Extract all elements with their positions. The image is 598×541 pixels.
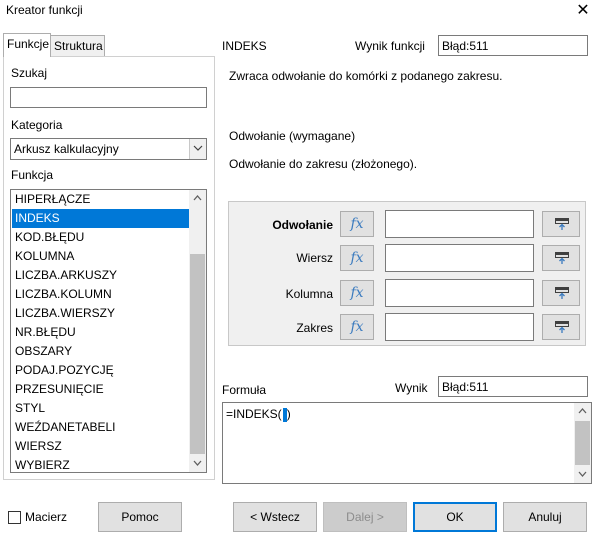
arg-label-row: Wiersz xyxy=(296,251,333,265)
function-item[interactable]: LICZBA.ARKUSZY xyxy=(12,266,193,285)
scroll-down-icon[interactable] xyxy=(189,455,206,472)
back-button[interactable]: < Wstecz xyxy=(233,502,317,532)
formula-scrollbar[interactable] xyxy=(574,403,591,483)
tab-structure[interactable]: Struktura xyxy=(50,35,105,57)
function-item[interactable]: PODAJ.POZYCJĘ xyxy=(12,361,193,380)
shrink-icon[interactable] xyxy=(542,245,580,271)
function-item[interactable]: NR.BŁĘDU xyxy=(12,323,193,342)
next-button[interactable]: Dalej > xyxy=(323,502,407,532)
function-item-selected[interactable]: INDEKS xyxy=(12,209,193,228)
arg-label-column: Kolumna xyxy=(285,287,333,301)
function-item[interactable]: LICZBA.KOLUMN xyxy=(12,285,193,304)
shrink-icon[interactable] xyxy=(542,314,580,340)
function-list[interactable]: HIPERŁĄCZE INDEKS KOD.BŁĘDU KOLUMNA LICZ… xyxy=(10,189,207,473)
formula-result-value: Błąd:511 xyxy=(442,380,489,394)
arg-input-column[interactable] xyxy=(385,279,534,307)
function-item[interactable]: HIPERŁĄCZE xyxy=(12,190,193,209)
arg-label-range: Zakres xyxy=(296,321,333,335)
function-item[interactable]: WIERSZ xyxy=(12,437,193,456)
function-result-label: Wynik funkcji xyxy=(355,39,425,53)
shrink-icon[interactable] xyxy=(542,280,580,306)
shrink-icon[interactable] xyxy=(542,211,580,237)
close-icon[interactable]: ✕ xyxy=(571,0,595,22)
formula-editor[interactable]: =INDEKS() xyxy=(222,402,592,484)
arg-input-reference[interactable] xyxy=(385,210,534,238)
chevron-down-icon[interactable] xyxy=(189,139,206,159)
formula-text: =INDEKS() xyxy=(226,407,291,422)
scrollbar-thumb[interactable] xyxy=(190,254,205,454)
scroll-down-icon[interactable] xyxy=(574,466,591,483)
arg-input-row[interactable] xyxy=(385,244,534,272)
argument-title: Odwołanie (wymagane) xyxy=(229,129,356,143)
formula-result-label: Wynik xyxy=(395,381,428,395)
function-result-field: Błąd:511 xyxy=(438,35,588,56)
formula-text-start: =INDEKS( xyxy=(226,407,282,421)
function-result-value: Błąd:511 xyxy=(442,39,489,53)
function-item[interactable]: WEŹDANETABELI xyxy=(12,418,193,437)
scroll-up-icon[interactable] xyxy=(574,403,591,420)
fx-icon[interactable]: fx xyxy=(340,314,374,340)
search-label: Szukaj xyxy=(11,66,48,80)
window-title: Kreator funkcji xyxy=(6,3,83,17)
function-item[interactable]: STYL xyxy=(12,399,193,418)
argument-description: Odwołanie do zakresu (złożonego). xyxy=(229,157,418,171)
function-item[interactable]: KOLUMNA xyxy=(12,247,193,266)
formula-label: Formuła xyxy=(222,383,267,397)
function-description: Zwraca odwołanie do komórki z podanego z… xyxy=(229,69,503,83)
function-list-label: Funkcja xyxy=(11,168,54,182)
scrollbar-thumb[interactable] xyxy=(575,421,590,465)
function-item[interactable]: LICZBA.WIERSZY xyxy=(12,304,193,323)
search-input[interactable] xyxy=(10,87,207,108)
array-label: Macierz xyxy=(25,510,68,524)
function-list-scrollbar[interactable] xyxy=(189,190,206,472)
scroll-up-icon[interactable] xyxy=(189,190,206,207)
fx-icon[interactable]: fx xyxy=(340,211,374,237)
category-value: Arkusz kalkulacyjny xyxy=(14,142,119,156)
array-checkbox[interactable] xyxy=(8,511,21,524)
fx-icon[interactable]: fx xyxy=(340,280,374,306)
function-item[interactable]: PRZESUNIĘCIE xyxy=(12,380,193,399)
formula-text-end: ) xyxy=(286,407,291,421)
function-item[interactable]: KOD.BŁĘDU xyxy=(12,228,193,247)
ok-button[interactable]: OK xyxy=(413,502,497,532)
arg-input-range[interactable] xyxy=(385,313,534,341)
tab-functions[interactable]: Funkcje xyxy=(3,33,51,57)
function-name: INDEKS xyxy=(222,39,267,53)
fx-icon[interactable]: fx xyxy=(340,245,374,271)
function-item[interactable]: OBSZARY xyxy=(12,342,193,361)
function-item[interactable]: WYBIERZ xyxy=(12,456,193,472)
cancel-button[interactable]: Anuluj xyxy=(503,502,587,532)
category-label: Kategoria xyxy=(11,118,63,132)
arg-label-reference: Odwołanie xyxy=(272,218,333,232)
category-select[interactable]: Arkusz kalkulacyjny xyxy=(10,138,207,160)
help-button[interactable]: Pomoc xyxy=(98,502,182,532)
formula-result-field: Błąd:511 xyxy=(438,376,588,397)
